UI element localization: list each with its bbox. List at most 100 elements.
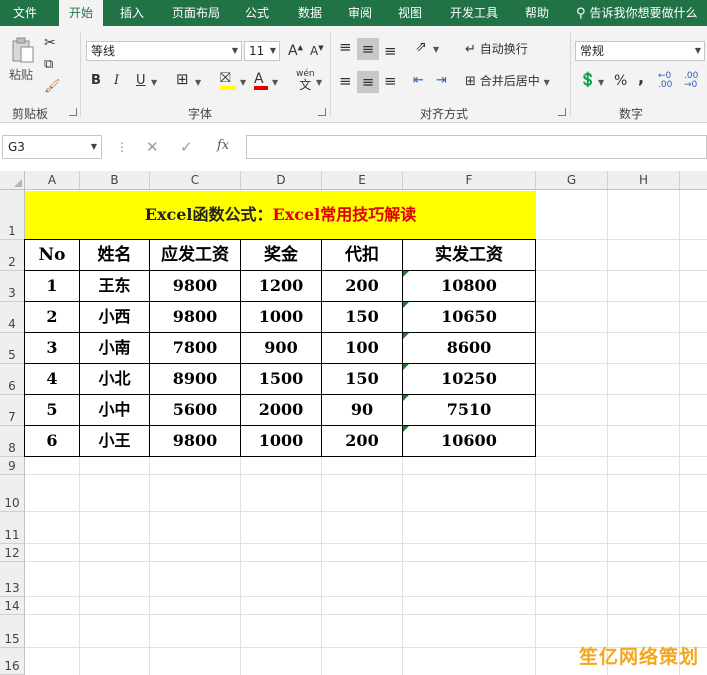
row-header[interactable]: 12	[0, 544, 25, 562]
row-header[interactable]: 16	[0, 648, 25, 675]
cancel-icon[interactable]: ✕	[146, 138, 159, 156]
row-header[interactable]: 11	[0, 512, 25, 544]
row-header[interactable]: 1	[0, 190, 25, 240]
table-cell-name[interactable]: 小中	[80, 395, 150, 426]
percent-button[interactable]: %	[614, 74, 627, 88]
comma-style-button[interactable]: ,	[638, 70, 644, 86]
name-box[interactable]: G3 ▼	[2, 135, 102, 159]
underline-button[interactable]: U	[136, 74, 146, 87]
column-header-h[interactable]: H	[608, 171, 680, 190]
column-header-g[interactable]: G	[536, 171, 608, 190]
row-header[interactable]: 13	[0, 562, 25, 597]
phonetic-guide-button[interactable]: wén 文	[296, 70, 315, 92]
wrap-text-button[interactable]: ↵ 自动换行	[465, 43, 528, 56]
tab-insert[interactable]: 插入	[111, 0, 153, 26]
row-header[interactable]: 7	[0, 395, 25, 426]
increase-indent-icon[interactable]: ⇥	[436, 74, 447, 87]
table-cell-deduction[interactable]: 150	[322, 364, 403, 395]
table-cell-bonus[interactable]: 1200	[241, 271, 322, 302]
column-header-i[interactable]	[680, 171, 707, 190]
worksheet-grid[interactable]: A B C D E F G H 1 2 3 4 5 6 7 8 9 10 11 …	[0, 171, 707, 675]
row-header[interactable]: 10	[0, 475, 25, 512]
select-all-button[interactable]	[0, 171, 25, 190]
table-header-bonus[interactable]: 奖金	[241, 240, 322, 271]
merge-center-button[interactable]: ⊞ 合并后居中 ▼	[465, 75, 550, 88]
table-cell-no[interactable]: 6	[25, 426, 80, 457]
font-name-select[interactable]: 等线 ▼	[86, 41, 242, 61]
table-cell-net-pay[interactable]: 10600	[403, 426, 536, 457]
chevron-down-icon[interactable]: ▼	[151, 79, 157, 87]
table-cell-name[interactable]: 小南	[80, 333, 150, 364]
decrease-decimal-icon[interactable]: .00 →0	[684, 72, 698, 90]
chevron-down-icon[interactable]: ▼	[433, 46, 439, 54]
table-cell-net-pay[interactable]: 8600	[403, 333, 536, 364]
row-header[interactable]: 5	[0, 333, 25, 364]
table-cell-net-pay[interactable]: 10250	[403, 364, 536, 395]
tab-view[interactable]: 视图	[389, 0, 431, 26]
table-cell-deduction[interactable]: 90	[322, 395, 403, 426]
align-middle-icon[interactable]: ≡	[357, 38, 379, 60]
table-cell-no[interactable]: 3	[25, 333, 80, 364]
font-size-select[interactable]: 11 ▼	[244, 41, 280, 61]
tab-help[interactable]: 帮助	[516, 0, 558, 26]
align-center-icon[interactable]: ≡	[357, 71, 379, 93]
column-header-d[interactable]: D	[241, 171, 322, 190]
row-header[interactable]: 6	[0, 364, 25, 395]
sheet-title-cell[interactable]: Excel函数公式：Excel常用技巧解读	[25, 191, 536, 239]
fill-color-button[interactable]: ⛝	[220, 71, 236, 90]
clipboard-launcher-icon[interactable]	[69, 108, 77, 116]
tab-home[interactable]: 开始	[59, 0, 103, 26]
bold-button[interactable]: B	[91, 74, 101, 87]
borders-icon[interactable]: ⊞	[176, 72, 189, 87]
table-cell-gross-pay[interactable]: 9800	[150, 426, 241, 457]
table-cell-bonus[interactable]: 900	[241, 333, 322, 364]
table-header-net-pay[interactable]: 实发工资	[403, 240, 536, 271]
table-cell-name[interactable]: 小西	[80, 302, 150, 333]
table-cell-bonus[interactable]: 2000	[241, 395, 322, 426]
paste-button[interactable]	[10, 36, 36, 64]
column-header-a[interactable]: A	[25, 171, 80, 190]
column-header-e[interactable]: E	[322, 171, 403, 190]
tab-review[interactable]: 审阅	[339, 0, 381, 26]
more-options-icon[interactable]: ⋮	[116, 140, 128, 154]
table-cell-name[interactable]: 王东	[80, 271, 150, 302]
table-cell-bonus[interactable]: 1000	[241, 426, 322, 457]
table-cell-bonus[interactable]: 1000	[241, 302, 322, 333]
table-cell-no[interactable]: 4	[25, 364, 80, 395]
table-cell-net-pay[interactable]: 7510	[403, 395, 536, 426]
table-cell-deduction[interactable]: 100	[322, 333, 403, 364]
alignment-launcher-icon[interactable]	[558, 108, 566, 116]
table-header-no[interactable]: No	[25, 240, 80, 271]
tab-developer[interactable]: 开发工具	[442, 0, 506, 26]
align-left-icon[interactable]: ≡	[339, 74, 352, 89]
table-header-deduction[interactable]: 代扣	[322, 240, 403, 271]
column-header-c[interactable]: C	[150, 171, 241, 190]
row-header[interactable]: 2	[0, 240, 25, 271]
grow-font-button[interactable]: A▲	[288, 44, 303, 58]
align-bottom-icon[interactable]: ≡	[384, 44, 397, 59]
table-cell-deduction[interactable]: 200	[322, 271, 403, 302]
row-header[interactable]: 3	[0, 271, 25, 302]
chevron-down-icon[interactable]: ▼	[598, 79, 604, 87]
table-cell-bonus[interactable]: 1500	[241, 364, 322, 395]
tab-data[interactable]: 数据	[289, 0, 331, 26]
column-header-b[interactable]: B	[80, 171, 150, 190]
shrink-font-button[interactable]: A▼	[310, 45, 324, 58]
chevron-down-icon[interactable]: ▼	[195, 79, 201, 87]
currency-icon[interactable]: 💲	[579, 73, 596, 87]
chevron-down-icon[interactable]: ▼	[272, 79, 278, 87]
enter-icon[interactable]: ✓	[180, 138, 193, 156]
column-header-f[interactable]: F	[403, 171, 536, 190]
cut-icon[interactable]: ✂	[44, 36, 56, 50]
font-color-button[interactable]: A	[254, 72, 268, 90]
table-cell-deduction[interactable]: 150	[322, 302, 403, 333]
align-right-icon[interactable]: ≡	[384, 74, 397, 89]
row-header[interactable]: 14	[0, 597, 25, 615]
row-header[interactable]: 4	[0, 302, 25, 333]
table-cell-gross-pay[interactable]: 5600	[150, 395, 241, 426]
row-header[interactable]: 8	[0, 426, 25, 457]
decrease-indent-icon[interactable]: ⇤	[413, 74, 424, 87]
table-cell-gross-pay[interactable]: 9800	[150, 271, 241, 302]
format-painter-icon[interactable]: 🖌	[44, 80, 61, 93]
table-cell-net-pay[interactable]: 10800	[403, 271, 536, 302]
